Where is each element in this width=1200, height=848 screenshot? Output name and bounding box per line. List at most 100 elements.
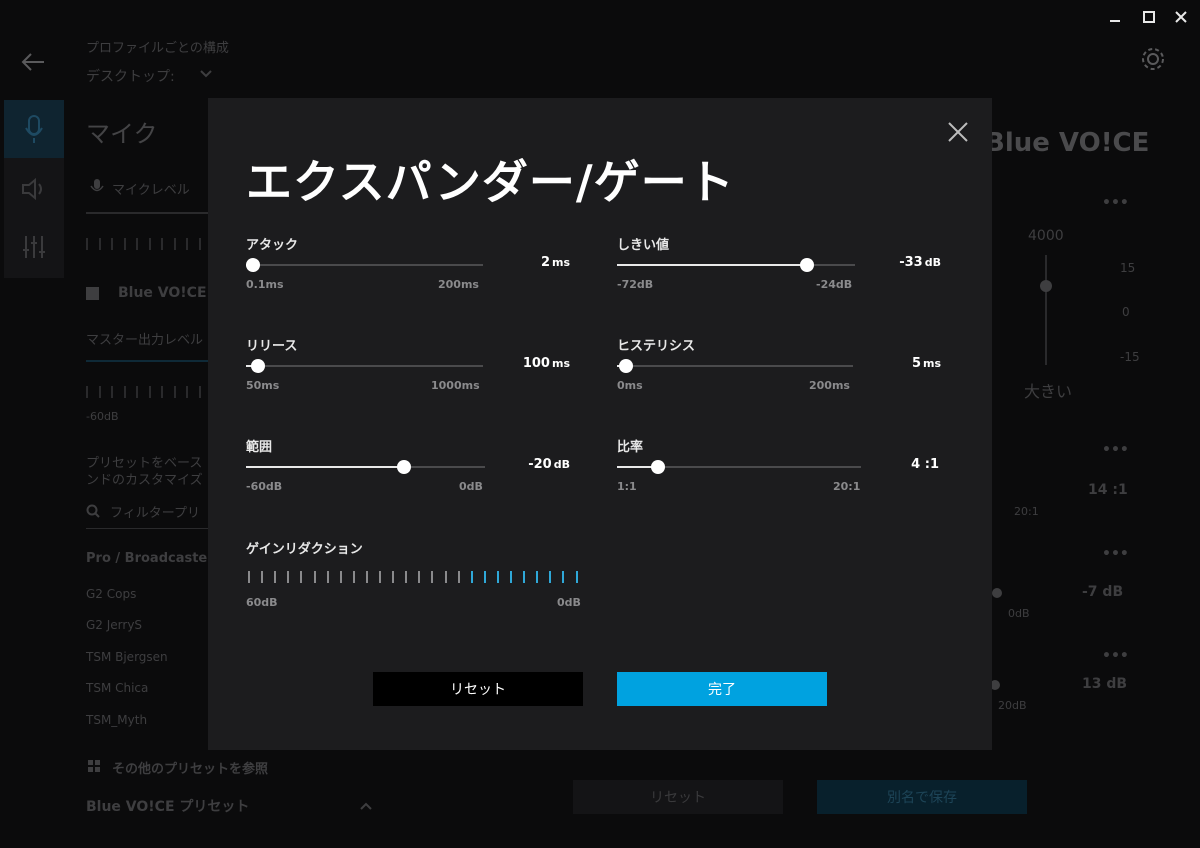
bg-meter-tick — [111, 238, 113, 250]
gain-reduction-tick — [523, 571, 526, 583]
preset-item[interactable]: TSM_Myth — [86, 713, 147, 727]
bg-meter-tick — [161, 386, 163, 398]
bg-max-label: 0dB — [1008, 607, 1030, 620]
gain-reduction-tick — [418, 571, 421, 583]
equalizer-icon — [23, 236, 45, 258]
speaker-icon — [22, 177, 42, 201]
bg-meter-tick — [186, 238, 188, 250]
attack-knob[interactable] — [246, 258, 261, 272]
ratio-max: 20:1 — [833, 480, 861, 493]
threshold-max: -24dB — [816, 278, 853, 291]
more-options-icon[interactable]: ••• — [1102, 546, 1129, 562]
blue-voice-presets-title[interactable]: Blue VO!CE プリセット — [86, 796, 249, 816]
minimize-icon[interactable] — [1108, 10, 1122, 24]
hysteresis-value: 5 ms — [911, 356, 941, 371]
gain-reduction-tick — [457, 571, 460, 583]
chevron-up-icon[interactable] — [360, 802, 372, 810]
back-arrow-icon[interactable] — [20, 52, 46, 72]
bg-max-label: 20:1 — [1014, 505, 1039, 518]
bg-value: 14 :1 — [1088, 482, 1128, 498]
threshold-knob[interactable] — [800, 258, 815, 272]
close-icon[interactable] — [946, 120, 970, 144]
eq-frequency-label: 4000 — [1028, 228, 1064, 244]
release-track[interactable] — [246, 359, 483, 373]
sidebar-item-mixer[interactable] — [4, 218, 64, 276]
bg-meter-min: -60dB — [86, 410, 119, 423]
blue-voice-checkbox[interactable] — [86, 287, 99, 300]
bg-save-as-button[interactable]: 別名で保存 — [817, 780, 1027, 814]
expander-gate-dialog: エクスパンダー/ゲート アタック 2 ms 0.1ms 200ms しきい値 -3… — [208, 98, 992, 750]
browse-presets-link[interactable]: その他のプリセットを参照 — [112, 758, 268, 777]
master-output-label: マスター出力レベル — [86, 333, 204, 348]
release-value: 100 ms — [522, 356, 570, 371]
release-slider: リリース 100 ms 50ms 1000ms — [246, 335, 586, 405]
eq-band-knob[interactable] — [1040, 280, 1052, 292]
sidebar-item-speaker[interactable] — [4, 160, 64, 218]
close-icon[interactable] — [1174, 10, 1188, 24]
preset-item[interactable]: TSM Bjergsen — [86, 650, 168, 664]
bg-meter-tick — [148, 386, 151, 398]
done-button[interactable]: 完了 — [617, 672, 827, 706]
gain-reduction-tick — [405, 571, 408, 583]
gain-reduction-tick — [326, 571, 329, 583]
preset-item[interactable]: G2 Cops — [86, 587, 136, 601]
attack-max: 200ms — [438, 278, 479, 291]
ratio-slider: 比率 4 :1 1:1 20:1 — [617, 436, 957, 506]
release-knob[interactable] — [250, 359, 265, 373]
gain-reduction-tick — [352, 571, 355, 583]
gain-reduction-tick — [510, 571, 512, 583]
range-slider: 範囲 -20 dB -60dB 0dB — [246, 436, 586, 506]
range-track[interactable] — [246, 460, 485, 474]
filter-input[interactable]: フィルタープリ — [110, 502, 200, 521]
ratio-knob[interactable] — [651, 460, 666, 474]
hysteresis-knob[interactable] — [619, 359, 634, 373]
sidebar-item-mic[interactable] — [4, 100, 64, 158]
sidebar — [4, 100, 64, 278]
gain-reduction-tick — [392, 571, 395, 583]
range-label: 範囲 — [246, 440, 273, 455]
gain-reduction-label: ゲインリダクション — [246, 542, 363, 557]
ratio-track[interactable] — [617, 460, 861, 474]
bg-slider-knob[interactable] — [992, 588, 1002, 598]
maximize-icon[interactable] — [1142, 10, 1156, 24]
hysteresis-track[interactable] — [617, 359, 853, 373]
bg-reset-button[interactable]: リセット — [573, 780, 783, 814]
range-knob[interactable] — [396, 460, 411, 474]
more-options-icon[interactable]: ••• — [1102, 195, 1129, 211]
more-options-icon[interactable]: ••• — [1102, 442, 1129, 458]
profile-selector[interactable]: デスクトップ: — [86, 66, 175, 86]
gain-reduction-tick — [562, 571, 565, 583]
mic-level-tab[interactable]: マイクレベル — [112, 179, 190, 198]
gear-icon[interactable] — [1140, 46, 1166, 72]
gain-reduction-tick — [575, 571, 578, 583]
gain-reduction-tick — [274, 571, 277, 583]
hysteresis-max: 200ms — [809, 379, 850, 392]
bg-value: 13 dB — [1082, 676, 1128, 692]
eq-band-slider[interactable] — [1045, 255, 1047, 365]
bg-meter-tick — [111, 386, 113, 398]
hysteresis-slider: ヒステリシス 5 ms 0ms 200ms — [617, 335, 957, 405]
threshold-track[interactable] — [617, 258, 855, 272]
gain-reduction-tick — [483, 571, 486, 583]
gain-reduction-tick — [431, 571, 434, 583]
gain-reduction-max: 0dB — [557, 596, 581, 609]
bg-meter-tick — [86, 238, 88, 250]
gain-reduction-min: 60dB — [246, 596, 278, 609]
gain-reduction-tick — [313, 571, 316, 583]
more-options-icon[interactable]: ••• — [1102, 648, 1129, 664]
preset-item[interactable]: G2 JerryS — [86, 618, 142, 632]
ratio-min: 1:1 — [617, 480, 637, 493]
threshold-min: -72dB — [617, 278, 654, 291]
bg-meter-tick — [186, 386, 188, 398]
bg-meter-tick — [123, 386, 126, 398]
attack-track[interactable] — [246, 258, 483, 272]
reset-button[interactable]: リセット — [373, 672, 583, 706]
bg-meter-tick — [173, 386, 176, 398]
gain-reduction-tick — [287, 571, 290, 583]
chevron-down-icon[interactable] — [200, 70, 212, 78]
eq-db-label: 15 — [1120, 261, 1136, 275]
eq-db-label: -15 — [1120, 350, 1140, 364]
microphone-icon — [25, 115, 43, 143]
threshold-slider: しきい値 -33 dB -72dB -24dB — [617, 234, 957, 304]
preset-item[interactable]: TSM Chica — [86, 681, 148, 695]
